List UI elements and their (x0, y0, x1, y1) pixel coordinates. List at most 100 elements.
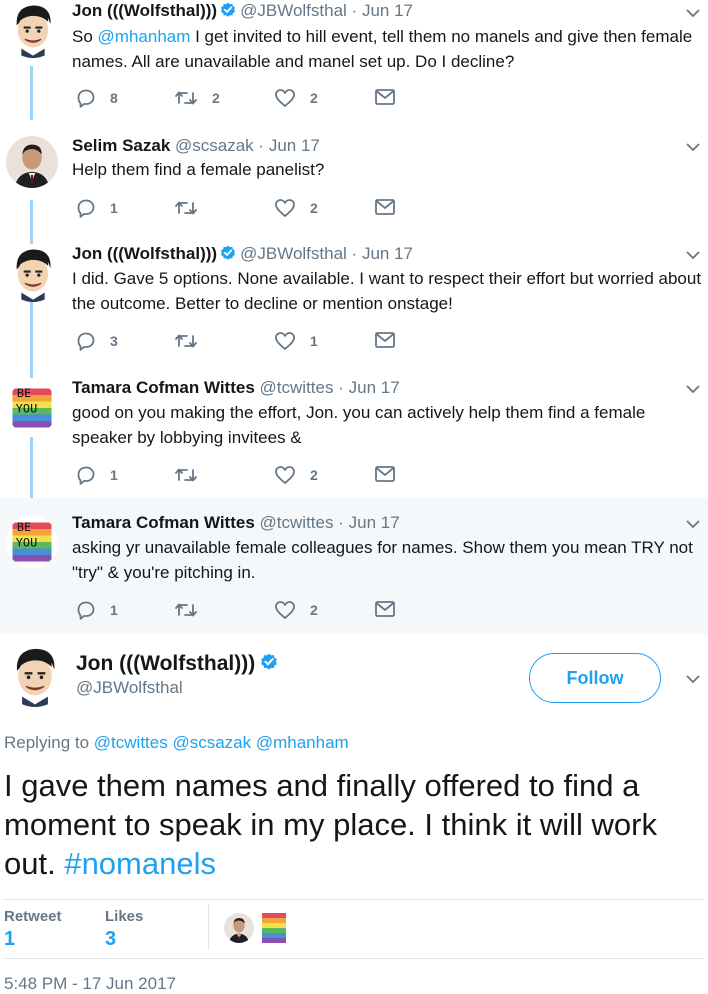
tweet-handle[interactable]: @tcwittes (260, 513, 334, 532)
svg-text:BE: BE (17, 520, 31, 534)
chevron-down-icon[interactable] (686, 384, 700, 394)
tweet-date[interactable]: Jun 17 (362, 244, 413, 263)
divider (4, 958, 704, 959)
tweet-author-name[interactable]: Jon (((Wolfsthal))) (72, 1, 217, 20)
chevron-down-icon[interactable] (686, 674, 700, 684)
direct-message-button[interactable] (374, 465, 396, 483)
like-button[interactable]: 2 (274, 88, 318, 108)
avatar[interactable] (5, 2, 61, 58)
tweet-item[interactable]: BE YOU Tamara Cofman Wittes @tcwittes · … (0, 498, 708, 634)
avatar[interactable]: BE YOU (6, 382, 58, 434)
replying-to: Replying to @tcwittes @scsazak @mhanham (4, 733, 349, 752)
reply-button[interactable]: 1 (76, 465, 118, 485)
chevron-down-icon[interactable] (686, 250, 700, 260)
tweet-author-name[interactable]: Jon (((Wolfsthal))) (72, 244, 217, 263)
tweet-item[interactable]: BE YOU Tamara Cofman Wittes @tcwittes · … (0, 378, 708, 498)
avatar[interactable] (6, 136, 58, 188)
liker-avatar[interactable] (224, 913, 254, 943)
follow-button[interactable]: Follow (529, 653, 661, 703)
retweet-button[interactable] (174, 465, 198, 485)
main-avatar[interactable] (4, 645, 66, 707)
retweet-button[interactable] (174, 331, 198, 351)
chevron-down-icon[interactable] (686, 142, 700, 152)
reply-icon (77, 89, 95, 108)
tweet-text: Help them find a female panelist? (72, 160, 325, 179)
reply-count: 1 (110, 200, 118, 216)
liker-avatar[interactable] (262, 913, 286, 943)
tweet-item[interactable]: Jon (((Wolfsthal))) @JBWolfsthal · Jun 17… (0, 0, 708, 120)
tweet-author-name[interactable]: Selim Sazak (72, 136, 170, 155)
retweet-count: 2 (212, 90, 220, 106)
verified-badge-icon (220, 244, 237, 267)
direct-message-button[interactable] (374, 198, 396, 216)
verified-badge-icon (260, 652, 279, 678)
direct-message-button[interactable] (374, 331, 396, 349)
reply-count: 8 (110, 90, 118, 106)
tweet-date[interactable]: Jun 17 (362, 1, 413, 20)
retweet-button[interactable]: 2 (174, 88, 220, 108)
avatar[interactable]: BE YOU (6, 516, 58, 568)
tweet-item[interactable]: Selim Sazak @scsazak · Jun 17 Help them … (0, 120, 708, 244)
main-author-handle[interactable]: @JBWolfsthal (76, 678, 183, 698)
like-button[interactable]: 2 (274, 198, 318, 218)
tweet-author-name[interactable]: Tamara Cofman Wittes (72, 378, 255, 397)
reply-button[interactable]: 8 (76, 88, 118, 108)
retweets-count[interactable]: 1 (4, 928, 15, 951)
likes-count[interactable]: 3 (105, 928, 116, 951)
svg-text:BE: BE (17, 386, 31, 400)
like-count: 2 (310, 90, 318, 106)
retweet-button[interactable] (174, 600, 198, 620)
mention-link[interactable]: @mhanham (98, 27, 191, 46)
tweet-date[interactable]: Jun 17 (349, 513, 400, 532)
heart-icon (275, 332, 295, 350)
direct-message-button[interactable] (374, 88, 396, 106)
tweet-date[interactable]: Jun 17 (349, 378, 400, 397)
main-author-name[interactable]: Jon (((Wolfsthal))) (76, 652, 255, 675)
tweet-text: asking yr unavailable female colleagues … (72, 538, 693, 582)
tweet-handle[interactable]: @JBWolfsthal (240, 244, 347, 263)
envelope-icon (375, 601, 395, 617)
chevron-down-icon[interactable] (686, 519, 700, 529)
like-button[interactable]: 1 (274, 331, 318, 351)
reply-button[interactable]: 1 (76, 198, 118, 218)
chevron-down-icon[interactable] (686, 8, 700, 18)
reply-count: 3 (110, 333, 118, 349)
retweet-icon (175, 468, 197, 482)
reply-icon (77, 466, 95, 485)
divider (208, 904, 209, 950)
tweet-date[interactable]: Jun 17 (269, 136, 320, 155)
reply-button[interactable]: 1 (76, 600, 118, 620)
retweet-icon (175, 201, 197, 215)
retweet-icon (175, 334, 197, 348)
envelope-icon (375, 332, 395, 348)
like-button[interactable]: 2 (274, 465, 318, 485)
tweet-timestamp[interactable]: 5:48 PM - 17 Jun 2017 (4, 974, 176, 994)
like-button[interactable]: 2 (274, 600, 318, 620)
retweets-label[interactable]: Retweet (4, 908, 62, 925)
reply-icon (77, 601, 95, 620)
tweet-item[interactable]: Jon (((Wolfsthal))) @JBWolfsthal · Jun 17… (0, 244, 708, 378)
svg-text:YOU: YOU (16, 535, 38, 549)
heart-icon (275, 199, 295, 217)
retweet-icon (175, 603, 197, 617)
tweet-handle[interactable]: @JBWolfsthal (240, 1, 347, 20)
avatar[interactable] (5, 246, 61, 302)
reply-icon (77, 199, 95, 218)
tweet-author-name[interactable]: Tamara Cofman Wittes (72, 513, 255, 532)
tweet-handle[interactable]: @scsazak (175, 136, 254, 155)
tweet-text: I did. Gave 5 options. None available. I… (72, 269, 702, 313)
envelope-icon (375, 89, 395, 105)
svg-text:YOU: YOU (16, 401, 38, 415)
main-author[interactable]: Jon (((Wolfsthal))) (76, 651, 282, 678)
direct-message-button[interactable] (374, 600, 396, 618)
reply-button[interactable]: 3 (76, 331, 118, 351)
like-count: 2 (310, 200, 318, 216)
like-count: 2 (310, 602, 318, 618)
divider (4, 899, 704, 900)
like-count: 2 (310, 467, 318, 483)
replying-to-links[interactable]: @tcwittes @scsazak @mhanham (94, 733, 349, 752)
tweet-handle[interactable]: @tcwittes (260, 378, 334, 397)
hashtag-link[interactable]: #nomanels (64, 846, 216, 881)
likes-label[interactable]: Likes (105, 908, 143, 925)
retweet-button[interactable] (174, 198, 198, 218)
